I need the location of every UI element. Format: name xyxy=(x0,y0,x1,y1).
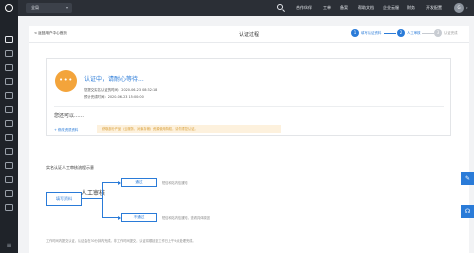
step-connector xyxy=(422,33,434,34)
flow-pass-box: 通过 xyxy=(121,178,157,187)
step-3-dot: 3 xyxy=(434,29,442,37)
submit-time-value: 2020-06-23 08:32:18 xyxy=(121,88,158,92)
logo[interactable] xyxy=(0,0,18,16)
sidebar-cdn-icon[interactable] xyxy=(5,148,13,155)
main-card: < 返回用户中心首页 认证过程 1 填写认证资料 2 人工审核 3 认证完成 •… xyxy=(29,26,469,253)
sidebar-server-icon[interactable] xyxy=(5,64,13,71)
search-icon[interactable] xyxy=(277,4,283,10)
step-2-label: 人工审核 xyxy=(407,31,421,35)
footer-note: 工作时间内提交认证，认证会在30分钟内完成。非工作时间提交，认证将顺延至工作日上… xyxy=(46,239,196,243)
sidebar-settings-icon[interactable] xyxy=(5,204,13,211)
header-divider xyxy=(29,42,469,43)
sidebar-message-icon[interactable] xyxy=(5,190,13,197)
flow-reject-desc: 短信和站内信通知，查看具体原因 xyxy=(162,216,210,220)
submit-time-label: 您提交实名认证的时间： xyxy=(84,88,122,92)
step-2-dot: 2 xyxy=(397,29,405,37)
step-3-label: 认证完成 xyxy=(444,31,458,35)
flow-pass-desc: 短信和站内信通知 xyxy=(162,181,188,185)
notice-banner: 获取部分产品（云服务、对象存储）资源使用特权，请勿重复认证。 xyxy=(97,125,281,133)
nav-ticket[interactable]: 工单 xyxy=(323,0,331,16)
nav-dev-config[interactable]: 开发配置 xyxy=(426,0,442,16)
region-label: 全局 xyxy=(31,5,39,10)
topbar: 全局 ▾ 合作伙伴 工单 备案 帮助文档 企业云服 财务 开发配置 G ▾ xyxy=(18,0,474,16)
logo-mark xyxy=(5,4,13,12)
status-panel: ••• 认证中，请耐心等待... 您提交实名认证的时间：2020-06-23 0… xyxy=(46,58,451,136)
sidebar-code-icon[interactable] xyxy=(5,176,13,183)
nav-finance[interactable]: 财务 xyxy=(407,0,415,16)
chevron-down-icon: ▾ xyxy=(65,5,68,10)
sidebar-security-icon[interactable] xyxy=(5,120,13,127)
sidebar-menu-icon[interactable]: ≡ xyxy=(5,243,13,249)
edit-icon[interactable]: ✎ xyxy=(461,172,474,185)
edit-qualification-link[interactable]: + 修改资质资料 xyxy=(54,127,78,132)
pending-icon: ••• xyxy=(55,70,77,92)
submit-time-row: 您提交实名认证的时间：2020-06-23 08:32:18 xyxy=(84,87,157,92)
sidebar-video-icon[interactable] xyxy=(5,162,13,169)
more-options-title: 您还可以…… xyxy=(54,113,85,119)
estimate-time-value: 2020-06-23 15:00:00 xyxy=(107,95,144,99)
sidebar-storage-icon[interactable] xyxy=(5,92,13,99)
sidebar-home-icon[interactable] xyxy=(5,36,13,43)
status-divider xyxy=(54,106,444,107)
estimate-time-label: 预计完成时间： xyxy=(84,95,108,99)
flow-title: 实名认证人工审核流程示意 xyxy=(46,165,94,170)
step-connector xyxy=(384,33,396,34)
region-selector[interactable]: 全局 ▾ xyxy=(26,3,72,13)
sidebar-database-icon[interactable] xyxy=(5,78,13,85)
avatar-chevron-icon[interactable]: ▾ xyxy=(466,0,468,16)
step-1-label: 填写认证资料 xyxy=(361,31,382,35)
flow-start-box: 填写资料 xyxy=(46,192,82,206)
estimate-time-row: 预计完成时间：2020-06-23 15:00:00 xyxy=(84,94,144,99)
sidebar-grid-icon[interactable] xyxy=(5,50,13,57)
flow-reject-box: 不通过 xyxy=(121,213,157,222)
flow-connector xyxy=(102,182,103,218)
sidebar-monitor-icon[interactable] xyxy=(5,134,13,141)
step-1-dot: 1 xyxy=(351,29,359,37)
status-title: 认证中，请耐心等待... xyxy=(84,76,144,83)
sidebar: ≡ xyxy=(0,0,18,253)
nav-filing[interactable]: 备案 xyxy=(340,0,348,16)
nav-partner[interactable]: 合作伙伴 xyxy=(296,0,312,16)
nav-docs[interactable]: 帮助文档 xyxy=(358,0,374,16)
headset-icon[interactable]: ☊ xyxy=(461,205,474,218)
sidebar-network-icon[interactable] xyxy=(5,106,13,113)
avatar[interactable]: G xyxy=(454,3,464,13)
nav-enterprise[interactable]: 企业云服 xyxy=(383,0,399,16)
flow-connector xyxy=(82,198,102,199)
